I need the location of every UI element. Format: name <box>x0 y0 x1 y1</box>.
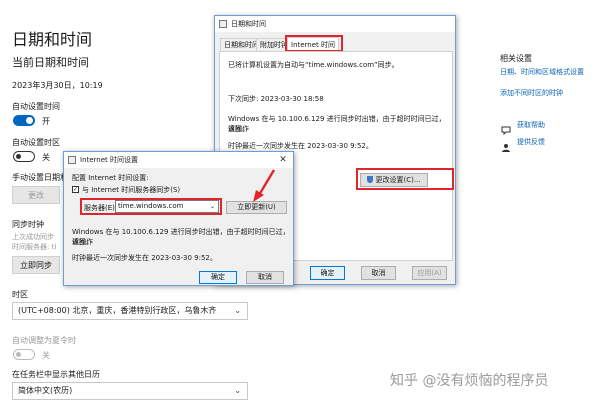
dst-label: 自动调整为夏令时 <box>12 336 76 345</box>
chevron-down-icon: ⌄ <box>234 386 241 395</box>
internet-time-dialog-title: Internet 时间设置 <box>80 156 139 164</box>
annotation-arrow-icon <box>253 169 276 202</box>
sync-error-line1: Windows 在与 10.100.6.129 进行同步时出错，由于超时时间已过… <box>228 115 446 133</box>
auto-timezone-toggle[interactable] <box>13 151 35 162</box>
auto-time-state: 开 <box>42 117 50 126</box>
get-help-link[interactable]: 获取帮助 <box>517 120 545 130</box>
chevron-down-icon: ⌄ <box>234 306 241 315</box>
cancel-button[interactable]: 取消 <box>361 266 396 280</box>
auto-timezone-label: 自动设置时区 <box>12 138 60 147</box>
auto-time-label: 自动设置时间 <box>12 102 60 111</box>
datetime-dialog-title: 日期和时间 <box>231 20 266 28</box>
related-settings-heading: 相关设置 <box>500 54 532 63</box>
auto-time-toggle[interactable] <box>13 115 35 126</box>
page-title: 日期和时间 <box>12 30 93 49</box>
watermark: 知乎 @没有烦恼的程序员 <box>390 373 549 389</box>
region-format-link[interactable]: 日期、时间和区域格式设置 <box>500 67 584 77</box>
datetime-dialog-titlebar: 日期和时间 <box>215 16 455 32</box>
next-sync: 下次同步: 2023-03-30 18:58 <box>228 95 324 103</box>
clock-icon <box>219 20 227 28</box>
change-settings-highlight <box>356 168 454 190</box>
it-error-line2: 返回。 <box>72 238 93 246</box>
server-highlight <box>80 198 222 215</box>
it-ok-button[interactable]: 确定 <box>199 271 237 284</box>
it-error-line1: Windows 在与 10.100.6.129 进行同步时出错，由于超时时间已过… <box>72 228 290 246</box>
clock-icon <box>68 156 76 164</box>
sync-heading: 同步时钟 <box>12 220 44 229</box>
taskbar-calendar-label: 在任务栏中显示其他日历 <box>12 370 100 379</box>
sync-now-button[interactable]: 立即同步 <box>12 256 60 274</box>
it-cancel-button[interactable]: 取消 <box>246 271 284 284</box>
configure-label: 配置 Internet 时间设置: <box>72 174 149 182</box>
feedback-icon <box>501 137 511 152</box>
it-last-sync: 时钟最近一次同步发生在 2023-03-30 9:52。 <box>72 254 217 262</box>
sync-status-line1: 上次成功同步 <box>12 233 54 241</box>
sync-error-line2: 返回。 <box>228 125 249 133</box>
tab-highlight <box>285 35 343 52</box>
current-datetime-value: 2023年3月30日，10:19 <box>12 81 103 90</box>
timezone-dropdown[interactable]: (UTC+08:00) 北京，重庆，香港特别行政区，乌鲁木齐 ⌄ <box>12 302 248 320</box>
auto-timezone-state: 关 <box>42 153 50 162</box>
calendar-value: 简体中文(农历) <box>18 386 73 395</box>
apply-button[interactable]: 应用(A) <box>412 266 447 280</box>
timezone-label: 时区 <box>12 290 28 299</box>
close-icon[interactable]: ✕ <box>276 152 290 168</box>
add-clocks-link[interactable]: 添加不同时区的时钟 <box>500 88 563 98</box>
dst-state: 关 <box>42 351 50 360</box>
timezone-value: (UTC+08:00) 北京，重庆，香港特别行政区，乌鲁木齐 <box>18 306 217 315</box>
sync-info: 已将计算机设置为自动与“time.windows.com”同步。 <box>228 61 399 69</box>
feedback-link[interactable]: 提供反馈 <box>517 137 545 147</box>
sync-status-line2: 时间服务器: ti <box>12 243 57 251</box>
ok-button[interactable]: 确定 <box>310 266 345 280</box>
current-datetime-heading: 当前日期和时间 <box>12 56 89 69</box>
calendar-dropdown[interactable]: 简体中文(农历) ⌄ <box>12 382 248 400</box>
sync-checkbox-label: 与 Internet 时间服务器同步(S) <box>82 186 181 194</box>
last-sync: 时钟最近一次同步发生在 2023-03-30 9:52。 <box>228 142 373 150</box>
change-datetime-button[interactable]: 更改 <box>12 186 60 204</box>
sync-checkbox[interactable]: ✓ <box>72 186 79 193</box>
help-icon <box>501 120 511 136</box>
internet-time-dialog-titlebar: Internet 时间设置 ✕ <box>64 152 293 168</box>
dst-toggle[interactable] <box>13 349 35 360</box>
manual-datetime-label: 手动设置日期和 <box>12 173 68 182</box>
